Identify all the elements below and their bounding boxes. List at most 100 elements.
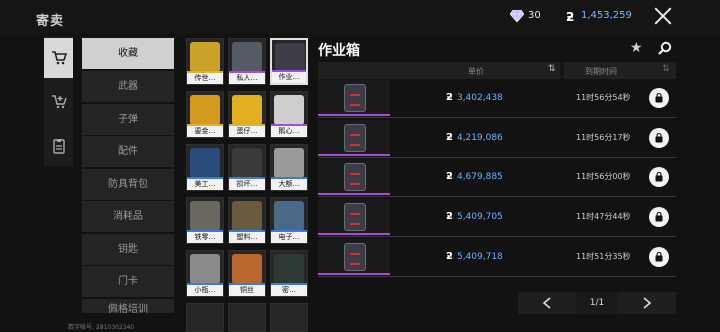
item-tile[interactable]: 私人… (228, 38, 266, 85)
price-column-header[interactable]: 单价 (468, 66, 484, 77)
shopping-bag-icon (655, 212, 663, 222)
category-item[interactable]: 门卡 (82, 266, 174, 297)
sell-tab[interactable] (44, 82, 73, 122)
coin-icon: ƻ (446, 251, 453, 262)
buy-button[interactable] (649, 247, 669, 267)
item-image (190, 42, 220, 72)
gem-count: 30 (528, 10, 541, 21)
listing-row[interactable]: ƻ 4,679,885 11时56分00秒 (318, 159, 676, 197)
expiry-column-header[interactable]: 到期时间 (585, 66, 617, 77)
records-tab[interactable] (44, 126, 73, 166)
sort-icon[interactable]: ⇅ (548, 64, 556, 74)
item-thumbnail (318, 239, 390, 275)
category-item[interactable]: 消耗品 (82, 201, 174, 232)
item-image (274, 201, 304, 231)
item-label: 美工… (187, 179, 223, 190)
coin-icon: ƻ (446, 132, 453, 143)
category-item[interactable]: 配件 (82, 136, 174, 167)
item-tile[interactable]: 鎏金… (186, 91, 224, 138)
item-tile[interactable]: 电子… (270, 197, 308, 244)
item-label: 铜丝 (229, 285, 265, 296)
item-tile[interactable]: 小瓶… (186, 250, 224, 297)
category-item[interactable]: 防具背包 (82, 169, 174, 200)
item-image (232, 148, 262, 178)
coin-icon: ƻ (446, 92, 453, 103)
buy-button[interactable] (649, 128, 669, 148)
item-label: 小瓶… (187, 285, 223, 296)
toolbox-icon (344, 203, 366, 231)
account-id: 数字帐号: 2810302340 (68, 324, 135, 331)
close-icon[interactable] (652, 5, 674, 27)
coin-count: 1,453,259 (581, 10, 632, 21)
item-label: 大额… (271, 179, 307, 190)
item-tile[interactable]: 大额… (270, 144, 308, 191)
item-image (274, 95, 304, 125)
expiry-time: 11时56分00秒 (576, 172, 631, 181)
diamond-icon (510, 10, 524, 22)
item-tile[interactable]: 美工… (186, 144, 224, 191)
item-tile[interactable] (228, 303, 266, 332)
item-thumbnail (318, 120, 390, 156)
item-image (274, 254, 304, 284)
category-item[interactable]: 佩格培训 (82, 299, 174, 313)
item-tile[interactable]: 作业… (270, 38, 308, 85)
buy-button[interactable] (649, 88, 669, 108)
item-tile[interactable]: 传世… (186, 38, 224, 85)
shopping-bag-icon (655, 172, 663, 182)
clipboard-icon (52, 139, 65, 154)
item-label: 密… (271, 285, 307, 296)
item-tile[interactable] (186, 303, 224, 332)
listing-price: ƻ 4,679,885 (446, 171, 503, 182)
item-tile[interactable]: 铜丝 (228, 250, 266, 297)
prev-page-button[interactable] (518, 292, 576, 314)
item-tile[interactable]: 损坏… (228, 144, 266, 191)
toolbox-icon (344, 163, 366, 191)
listing-row[interactable]: ƻ 4,219,086 11时56分17秒 (318, 120, 676, 158)
toolbox-icon (344, 124, 366, 152)
star-icon[interactable]: ★ (630, 40, 643, 56)
item-label: 塑料… (229, 232, 265, 243)
expiry-time: 11时56分17秒 (576, 133, 631, 142)
price-value: 4,679,885 (456, 172, 503, 182)
listing-price: ƻ 4,219,086 (446, 132, 503, 143)
item-label: 私人… (229, 73, 265, 84)
item-image (232, 42, 262, 72)
listing-row[interactable]: ƻ 3,402,438 11时56分54秒 (318, 80, 676, 118)
page-indicator: 1/1 (576, 292, 618, 314)
item-tile[interactable]: 密… (270, 250, 308, 297)
price-value: 4,219,086 (456, 133, 503, 143)
divider (560, 62, 564, 79)
category-item[interactable]: 武器 (82, 71, 174, 102)
listing-row[interactable]: ƻ 5,409,705 11时47分44秒 (318, 199, 676, 237)
item-label: 鹅心… (271, 126, 307, 137)
price-value: 5,409,705 (456, 212, 503, 222)
item-label: 蛋仔… (229, 126, 265, 137)
item-thumbnail (318, 199, 390, 235)
item-image (232, 201, 262, 231)
sort-icon[interactable]: ⇅ (662, 64, 670, 74)
item-image (232, 95, 262, 125)
item-image (190, 148, 220, 178)
item-label: 铁零… (187, 232, 223, 243)
item-tile[interactable] (270, 303, 308, 332)
item-tile[interactable]: 铁零… (186, 197, 224, 244)
item-thumbnail (318, 80, 390, 116)
listing-row[interactable]: ƻ 5,409,718 11时51分35秒 (318, 239, 676, 277)
category-item[interactable]: 收藏 (82, 38, 174, 69)
next-page-button[interactable] (618, 292, 676, 314)
expiry-time: 11时47分44秒 (576, 212, 631, 221)
market-cart-tab[interactable] (44, 38, 73, 78)
toolbox-icon (344, 243, 366, 271)
item-tile[interactable]: 鹅心… (270, 91, 308, 138)
category-item[interactable]: 钥匙 (82, 234, 174, 265)
buy-button[interactable] (649, 167, 669, 187)
table-header: 单价 ⇅ 到期时间 ⇅ (318, 62, 676, 79)
item-tile[interactable]: 蛋仔… (228, 91, 266, 138)
shopping-bag-icon (655, 93, 663, 103)
search-icon[interactable] (658, 41, 672, 55)
toolbox-icon (344, 84, 366, 112)
buy-button[interactable] (649, 207, 669, 227)
category-item[interactable]: 子弹 (82, 104, 174, 135)
listing-price: ƻ 5,409,718 (446, 251, 503, 262)
item-tile[interactable]: 塑料… (228, 197, 266, 244)
